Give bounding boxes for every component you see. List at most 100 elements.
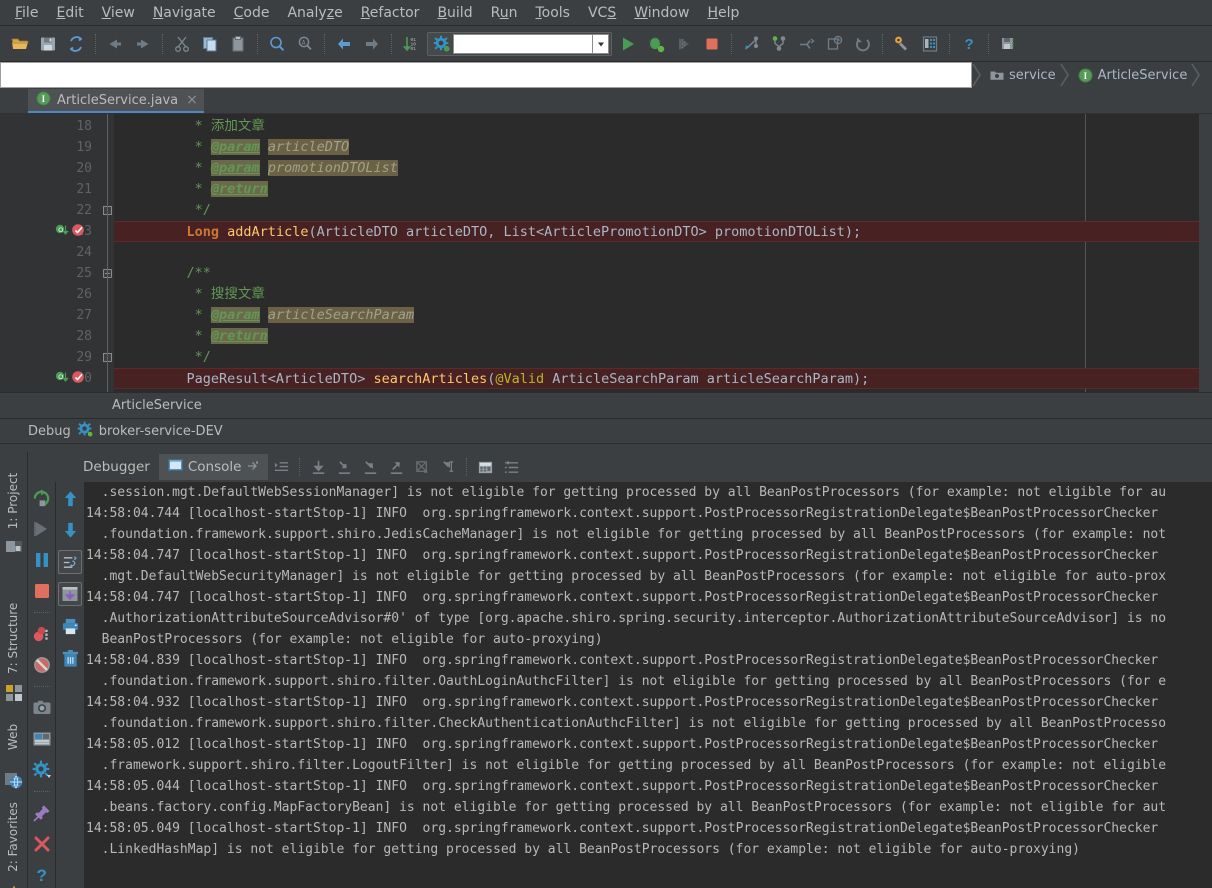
editor-fold-strip[interactable] <box>100 114 114 392</box>
code-line[interactable]: * @param promotionDTOList <box>114 158 1212 179</box>
editor-footer-breadcrumb[interactable]: ArticleService <box>28 398 202 413</box>
scroll-up-icon[interactable] <box>58 486 82 510</box>
run-icon[interactable] <box>614 30 642 58</box>
drop-frame-icon[interactable] <box>409 455 435 479</box>
editor-tab-articleservice[interactable]: I ArticleService.java × <box>28 89 204 113</box>
code-editor[interactable]: 18 19 20 21 22 23 O 24 25 26 27 28 29 30 O * 添加文章 * @p… <box>0 114 1212 392</box>
open-folder-icon[interactable] <box>6 30 34 58</box>
menu-item-tools[interactable]: Tools <box>526 3 579 23</box>
settings-icon[interactable] <box>888 30 916 58</box>
gutter-marks[interactable]: O <box>55 368 86 389</box>
layout-settings-icon[interactable] <box>30 727 54 751</box>
console-output[interactable]: .session.mgt.DefaultWebSessionManager] i… <box>84 482 1212 888</box>
scroll-down-icon[interactable] <box>58 518 82 542</box>
pause-icon[interactable] <box>30 548 54 572</box>
code-line[interactable]: * @param articleSearchParam <box>114 305 1212 326</box>
code-line[interactable]: * @return <box>114 179 1212 200</box>
forward-icon[interactable] <box>358 30 386 58</box>
clear-all-icon[interactable] <box>58 646 82 670</box>
menu-item-window[interactable]: Window <box>625 3 698 23</box>
step-over-icon[interactable] <box>305 455 331 479</box>
run-to-cursor-icon[interactable] <box>435 455 461 479</box>
editor-scrollbar[interactable] <box>1199 114 1212 392</box>
tool-window-web[interactable]: Web <box>6 702 20 772</box>
chevron-down-icon[interactable] <box>593 33 609 54</box>
implementation-marker-icon[interactable]: O <box>55 369 69 388</box>
resume-icon[interactable] <box>30 517 54 541</box>
menu-item-code[interactable]: Code <box>225 3 279 23</box>
pin-tab-icon[interactable] <box>246 459 259 476</box>
menu-item-view[interactable]: View <box>93 3 144 23</box>
step-into-icon[interactable] <box>331 455 357 479</box>
menu-item-navigate[interactable]: Navigate <box>144 3 225 23</box>
search-everywhere-field[interactable] <box>0 62 972 88</box>
close-icon[interactable] <box>30 832 54 856</box>
tool-window-favorites[interactable]: 2: Favorites <box>6 792 20 882</box>
compile-icon[interactable]: 01 10 01 <box>397 30 425 58</box>
menu-item-analyze[interactable]: Analyze <box>278 3 351 23</box>
menu-item-edit[interactable]: Edit <box>47 3 92 23</box>
code-line[interactable]: Long addArticle(ArticleDTO articleDTO, L… <box>114 221 1212 242</box>
code-line[interactable]: * 添加文章 <box>114 116 1212 137</box>
close-icon[interactable]: × <box>186 92 198 108</box>
tab-console[interactable]: Console <box>158 454 269 480</box>
menu-item-run[interactable]: Run <box>482 3 527 23</box>
find-icon[interactable] <box>263 30 291 58</box>
tool-window-project[interactable]: 1: Project <box>6 466 20 536</box>
mute-breakpoints-icon[interactable] <box>30 653 54 677</box>
implementation-marker-icon[interactable]: O <box>55 222 69 241</box>
sync-icon[interactable] <box>62 30 90 58</box>
copy-icon[interactable] <box>196 30 224 58</box>
project-structure-icon[interactable] <box>916 30 944 58</box>
help-icon[interactable]: ? <box>955 30 983 58</box>
thread-view-icon[interactable] <box>498 455 524 479</box>
step-out-icon[interactable] <box>383 455 409 479</box>
stop-icon[interactable] <box>698 30 726 58</box>
vcs-commit-icon[interactable] <box>765 30 793 58</box>
back-icon[interactable] <box>330 30 358 58</box>
breakpoint-icon[interactable] <box>71 369 86 388</box>
undo-icon[interactable] <box>101 30 129 58</box>
menu-item-vcs[interactable]: VCS <box>579 3 625 23</box>
code-line[interactable]: PageResult<ArticleDTO> searchArticles(@V… <box>114 368 1212 389</box>
save-all-icon[interactable] <box>34 30 62 58</box>
menu-item-help[interactable]: Help <box>698 3 748 23</box>
tab-debugger[interactable]: Debugger <box>74 454 159 480</box>
code-line[interactable]: * @return <box>114 326 1212 347</box>
code-line[interactable] <box>114 242 1212 263</box>
force-step-into-icon[interactable] <box>357 455 383 479</box>
evaluate-expression-icon[interactable] <box>472 455 498 479</box>
rerun-icon[interactable] <box>30 486 54 510</box>
code-line[interactable]: */ <box>114 200 1212 221</box>
code-line[interactable]: * @param articleDTO <box>114 137 1212 158</box>
breadcrumb-item-articleservice[interactable]: I ArticleService <box>1070 62 1192 88</box>
scroll-to-end-icon[interactable] <box>58 582 82 606</box>
redo-icon[interactable] <box>129 30 157 58</box>
editor-gutter[interactable]: 18 19 20 21 22 23 O 24 25 26 27 28 29 30 O <box>0 114 100 392</box>
pin-icon[interactable] <box>30 801 54 825</box>
stop-icon[interactable] <box>30 579 54 603</box>
breadcrumb-item-service[interactable]: service <box>982 62 1060 88</box>
soft-wrap-icon[interactable] <box>268 455 294 479</box>
vcs-push-icon[interactable] <box>793 30 821 58</box>
soft-wrap-icon[interactable] <box>58 550 82 574</box>
vcs-history-icon[interactable] <box>821 30 849 58</box>
editor-code-area[interactable]: * 添加文章 * @param articleDTO * @param prom… <box>114 114 1212 392</box>
menu-item-file[interactable]: File <box>6 3 47 23</box>
database-icon[interactable] <box>994 30 1022 58</box>
breakpoint-icon[interactable] <box>71 222 86 241</box>
tool-window-structure[interactable]: 7: Structure <box>6 603 20 674</box>
run-configuration-selector[interactable] <box>427 31 612 56</box>
view-breakpoints-icon[interactable] <box>30 622 54 646</box>
settings-icon[interactable] <box>30 758 54 782</box>
vcs-update-icon[interactable] <box>737 30 765 58</box>
vcs-rollback-icon[interactable] <box>849 30 877 58</box>
camera-icon[interactable] <box>30 696 54 720</box>
menu-item-refactor[interactable]: Refactor <box>352 3 429 23</box>
paste-icon[interactable] <box>224 30 252 58</box>
code-line[interactable]: */ <box>114 347 1212 368</box>
gutter-marks[interactable]: O <box>55 221 86 242</box>
menu-item-build[interactable]: Build <box>428 3 481 23</box>
run-config-combo-value[interactable] <box>453 33 593 54</box>
cut-icon[interactable] <box>168 30 196 58</box>
